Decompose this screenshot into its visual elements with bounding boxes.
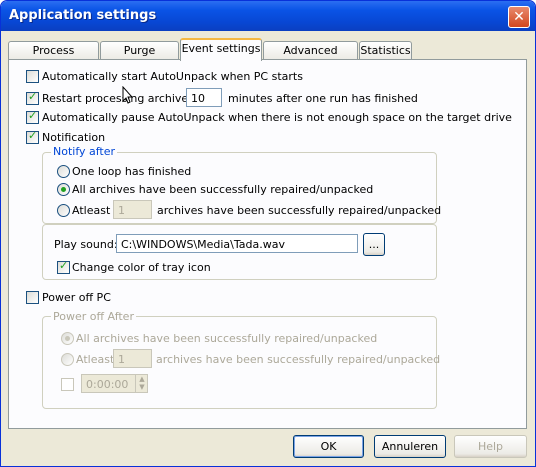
close-icon[interactable]: ✕ <box>508 6 530 28</box>
help-button[interactable]: Help <box>454 435 527 458</box>
cancel-button[interactable]: Annuleren <box>374 435 446 458</box>
poweroff-all-archives-label: All archives have been successfully repa… <box>76 332 378 345</box>
tab-event-settings[interactable]: Event settings <box>180 38 262 61</box>
window-title: Application settings <box>9 8 157 23</box>
event-settings-panel: Automatically start AutoUnpack when PC s… <box>8 59 527 429</box>
poweroff-atleast-radio[interactable] <box>61 353 74 366</box>
tray-icon-label: Change color of tray icon <box>72 261 211 274</box>
notification-checkbox[interactable] <box>26 129 39 144</box>
notify-atleast-radio[interactable] <box>57 204 70 217</box>
power-off-after-title: Power off After <box>51 310 136 323</box>
tray-icon-checkbox[interactable] <box>57 259 70 274</box>
auto-pause-label: Automatically pause AutoUnpack when ther… <box>42 111 512 124</box>
power-off-checkbox[interactable] <box>26 291 39 304</box>
notify-all-archives-label: All archives have been successfully repa… <box>72 183 374 196</box>
poweroff-atleast-label: Atleast <box>76 353 115 366</box>
poweroff-atleast-suffix: archives have been successfully repaired… <box>156 353 441 366</box>
restart-suffix-label: minutes after one run has finished <box>228 92 418 105</box>
notify-atleast-input[interactable]: 1 <box>113 200 152 219</box>
auto-start-label: Automatically start AutoUnpack when PC s… <box>42 70 303 83</box>
notify-atleast-label: Atleast <box>72 204 111 217</box>
notify-all-archives-radio[interactable] <box>57 183 70 196</box>
tab-purge-settings[interactable]: Purge settings <box>100 41 179 74</box>
notification-label: Notification <box>42 131 106 144</box>
notify-atleast-suffix: archives have been successfully repaired… <box>157 204 442 217</box>
tab-process-settings[interactable]: Process settings <box>8 41 99 74</box>
tab-advanced-settings[interactable]: Advanced settings <box>263 41 358 74</box>
browse-sound-button[interactable]: ... <box>363 233 385 256</box>
play-sound-input[interactable]: C:\WINDOWS\Media\Tada.wav <box>116 234 358 253</box>
restart-minutes-input[interactable]: 10 <box>186 88 222 107</box>
tab-statistics[interactable]: Statistics <box>359 41 412 59</box>
time-spinner-icon[interactable]: ▲ ▼ <box>135 375 148 392</box>
restart-label: Restart processing archives <box>42 92 194 105</box>
auto-pause-checkbox[interactable] <box>26 109 39 124</box>
notify-one-loop-radio[interactable] <box>57 165 70 178</box>
poweroff-time-checkbox[interactable] <box>61 378 74 391</box>
auto-start-checkbox[interactable] <box>26 70 39 83</box>
title-bar[interactable]: Application settings ✕ <box>1 1 535 31</box>
settings-window: Application settings ✕ Process settings … <box>0 0 536 467</box>
restart-checkbox[interactable] <box>26 90 39 105</box>
ok-button[interactable]: OK <box>293 435 364 458</box>
notify-one-loop-label: One loop has finished <box>72 165 192 178</box>
poweroff-all-archives-radio[interactable] <box>61 332 74 345</box>
poweroff-atleast-input[interactable]: 1 <box>113 349 152 368</box>
power-off-label: Power off PC <box>42 291 111 304</box>
play-sound-label: Play sound: <box>54 238 118 251</box>
mouse-cursor-icon <box>122 86 134 104</box>
notify-after-title: Notify after <box>51 145 118 158</box>
